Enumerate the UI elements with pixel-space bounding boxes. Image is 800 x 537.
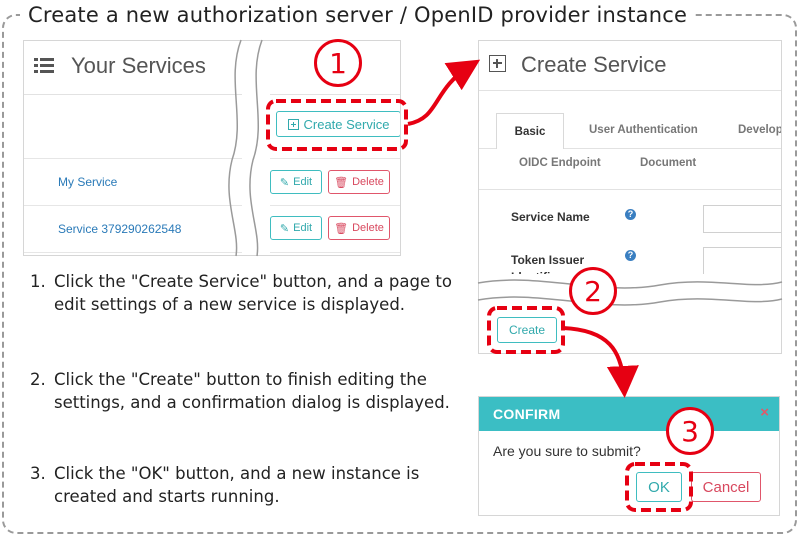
dialog-message: Are you sure to submit? <box>493 443 641 459</box>
service-name-link[interactable]: Service 379290262548 <box>58 222 181 236</box>
cancel-button[interactable]: Cancel <box>691 472 761 502</box>
edit-button[interactable]: ✎ Edit <box>270 216 322 240</box>
confirm-dialog: CONFIRM × Are you sure to submit? OK Can… <box>478 396 780 516</box>
tab-oidc-endpoint[interactable]: OIDC Endpoint <box>519 157 601 169</box>
step-text: Click the "Create" button to finish edit… <box>54 370 450 412</box>
edit-icon: ✎ <box>279 176 290 189</box>
ok-button[interactable]: OK <box>636 472 682 502</box>
step-1: 1. Click the "Create Service" button, an… <box>30 270 460 316</box>
table-row: Service 379290262548 ✎ Edit 🗑 Delete <box>24 206 400 253</box>
step-number: 1. <box>30 272 46 291</box>
service-name-link[interactable]: My Service <box>58 175 117 189</box>
create-button[interactable]: Create <box>497 317 557 343</box>
tab-document[interactable]: Document <box>640 157 696 169</box>
plus-square-icon <box>489 55 506 72</box>
service-name-field[interactable] <box>703 205 781 233</box>
step-3: 3. Click the "OK" button, and a new inst… <box>30 462 460 508</box>
edit-button[interactable]: ✎ Edit <box>270 170 322 194</box>
step-text: Click the "Create Service" button, and a… <box>54 272 452 314</box>
step-text: Click the "OK" button, and a new instanc… <box>54 464 420 506</box>
token-issuer-field[interactable] <box>703 247 781 275</box>
edit-icon: ✎ <box>279 222 290 235</box>
dialog-title: CONFIRM <box>493 406 561 422</box>
page-title: Create a new authorization server / Open… <box>20 3 696 27</box>
create-service-title: Create Service <box>521 52 667 77</box>
callout-2: 2 <box>569 267 617 315</box>
panel-break <box>242 41 270 255</box>
service-name-label: Service Name <box>511 210 590 224</box>
question-circle-icon[interactable]: ? <box>625 209 636 220</box>
step-number: 3. <box>30 464 46 483</box>
dialog-header: CONFIRM × <box>479 397 779 431</box>
delete-label: Delete <box>352 176 384 188</box>
tab-develop[interactable]: Develop <box>738 124 781 136</box>
delete-button[interactable]: 🗑 Delete <box>328 170 390 194</box>
tab-basic[interactable]: Basic <box>496 113 564 149</box>
delete-button[interactable]: 🗑 Delete <box>328 216 390 240</box>
step-2: 2. Click the "Create" button to finish e… <box>30 368 460 414</box>
create-service-header: Create Service <box>479 41 781 91</box>
create-service-panel: Create Service Basic User Authentication… <box>478 40 782 354</box>
edit-label: Edit <box>293 222 313 234</box>
question-circle-icon[interactable]: ? <box>625 250 636 261</box>
delete-label: Delete <box>352 222 384 234</box>
step-number: 2. <box>30 370 46 389</box>
callout-3: 3 <box>666 407 714 455</box>
table-row: My Service ✎ Edit 🗑 Delete <box>24 159 400 206</box>
close-icon[interactable]: × <box>760 404 769 421</box>
trash-icon: 🗑 <box>334 222 349 235</box>
tab-user-authentication[interactable]: User Authentication <box>589 124 698 136</box>
callout-1: 1 <box>314 39 362 87</box>
panel-break <box>479 274 781 306</box>
edit-label: Edit <box>293 176 313 188</box>
trash-icon: 🗑 <box>334 176 349 189</box>
tab-divider <box>479 189 781 190</box>
